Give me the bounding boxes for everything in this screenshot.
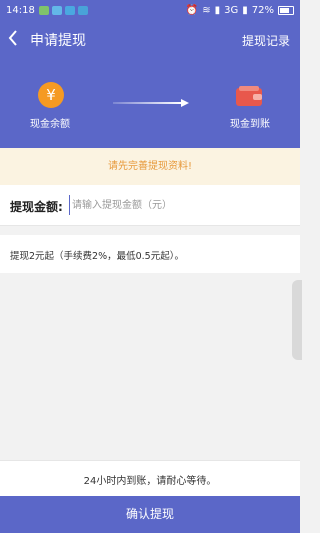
signal-icon: ▮ — [214, 4, 221, 16]
nav-bar: 申请提现 提现记录 — [0, 20, 300, 60]
notice-banner: 请先完善提现资料! — [0, 148, 300, 185]
amount-input[interactable] — [69, 195, 292, 215]
message-notification-icon — [64, 5, 75, 15]
withdraw-records-link[interactable]: 提现记录 — [242, 32, 290, 49]
wallet-icon — [236, 86, 262, 106]
header: 申请提现 提现记录 ¥ 现金余额 现金到账 — [0, 20, 300, 148]
side-drag-handle[interactable] — [292, 280, 302, 360]
alarm-icon: ⏰ — [185, 4, 199, 16]
amount-row: 提现金额: — [0, 185, 300, 226]
page-title: 申请提现 — [30, 33, 86, 49]
confirm-withdraw-button[interactable]: 确认提现 — [0, 496, 300, 533]
arrival-info-row: 24小时内到账，请耐心等待。 — [0, 460, 300, 497]
fee-tip-row: 提现2元起（手续费2%，最低0.5元起）。 — [0, 235, 300, 273]
amount-label: 提现金额: — [10, 200, 63, 214]
chevron-left-icon — [8, 30, 17, 46]
yuan-coin-icon: ¥ — [38, 82, 64, 108]
image-notification-icon — [77, 5, 88, 15]
status-time: 14:18 — [6, 4, 35, 16]
network-type: 3G — [224, 4, 239, 16]
signal-icon-2: ▮ — [242, 4, 248, 16]
cash-balance-label: 现金余额 — [30, 119, 70, 130]
battery-percent: 72% — [251, 4, 274, 16]
battery-icon — [278, 5, 294, 15]
fee-tip-text: 提现2元起（手续费2%，最低0.5元起）。 — [10, 251, 184, 262]
withdraw-flow: ¥ 现金余额 现金到账 — [0, 78, 300, 138]
back-button[interactable] — [7, 28, 23, 50]
app-notification-icon — [51, 5, 62, 15]
cash-received-label: 现金到账 — [230, 119, 270, 130]
status-bar: 14:18 ⏰ ≋ ▮ 3G ▮ 72% — [0, 0, 300, 20]
arrival-info-text: 24小时内到账，请耐心等待。 — [83, 476, 217, 487]
wechat-notification-icon — [38, 5, 49, 15]
wifi-icon: ≋ — [202, 4, 211, 16]
arrow-right-icon — [113, 99, 189, 107]
